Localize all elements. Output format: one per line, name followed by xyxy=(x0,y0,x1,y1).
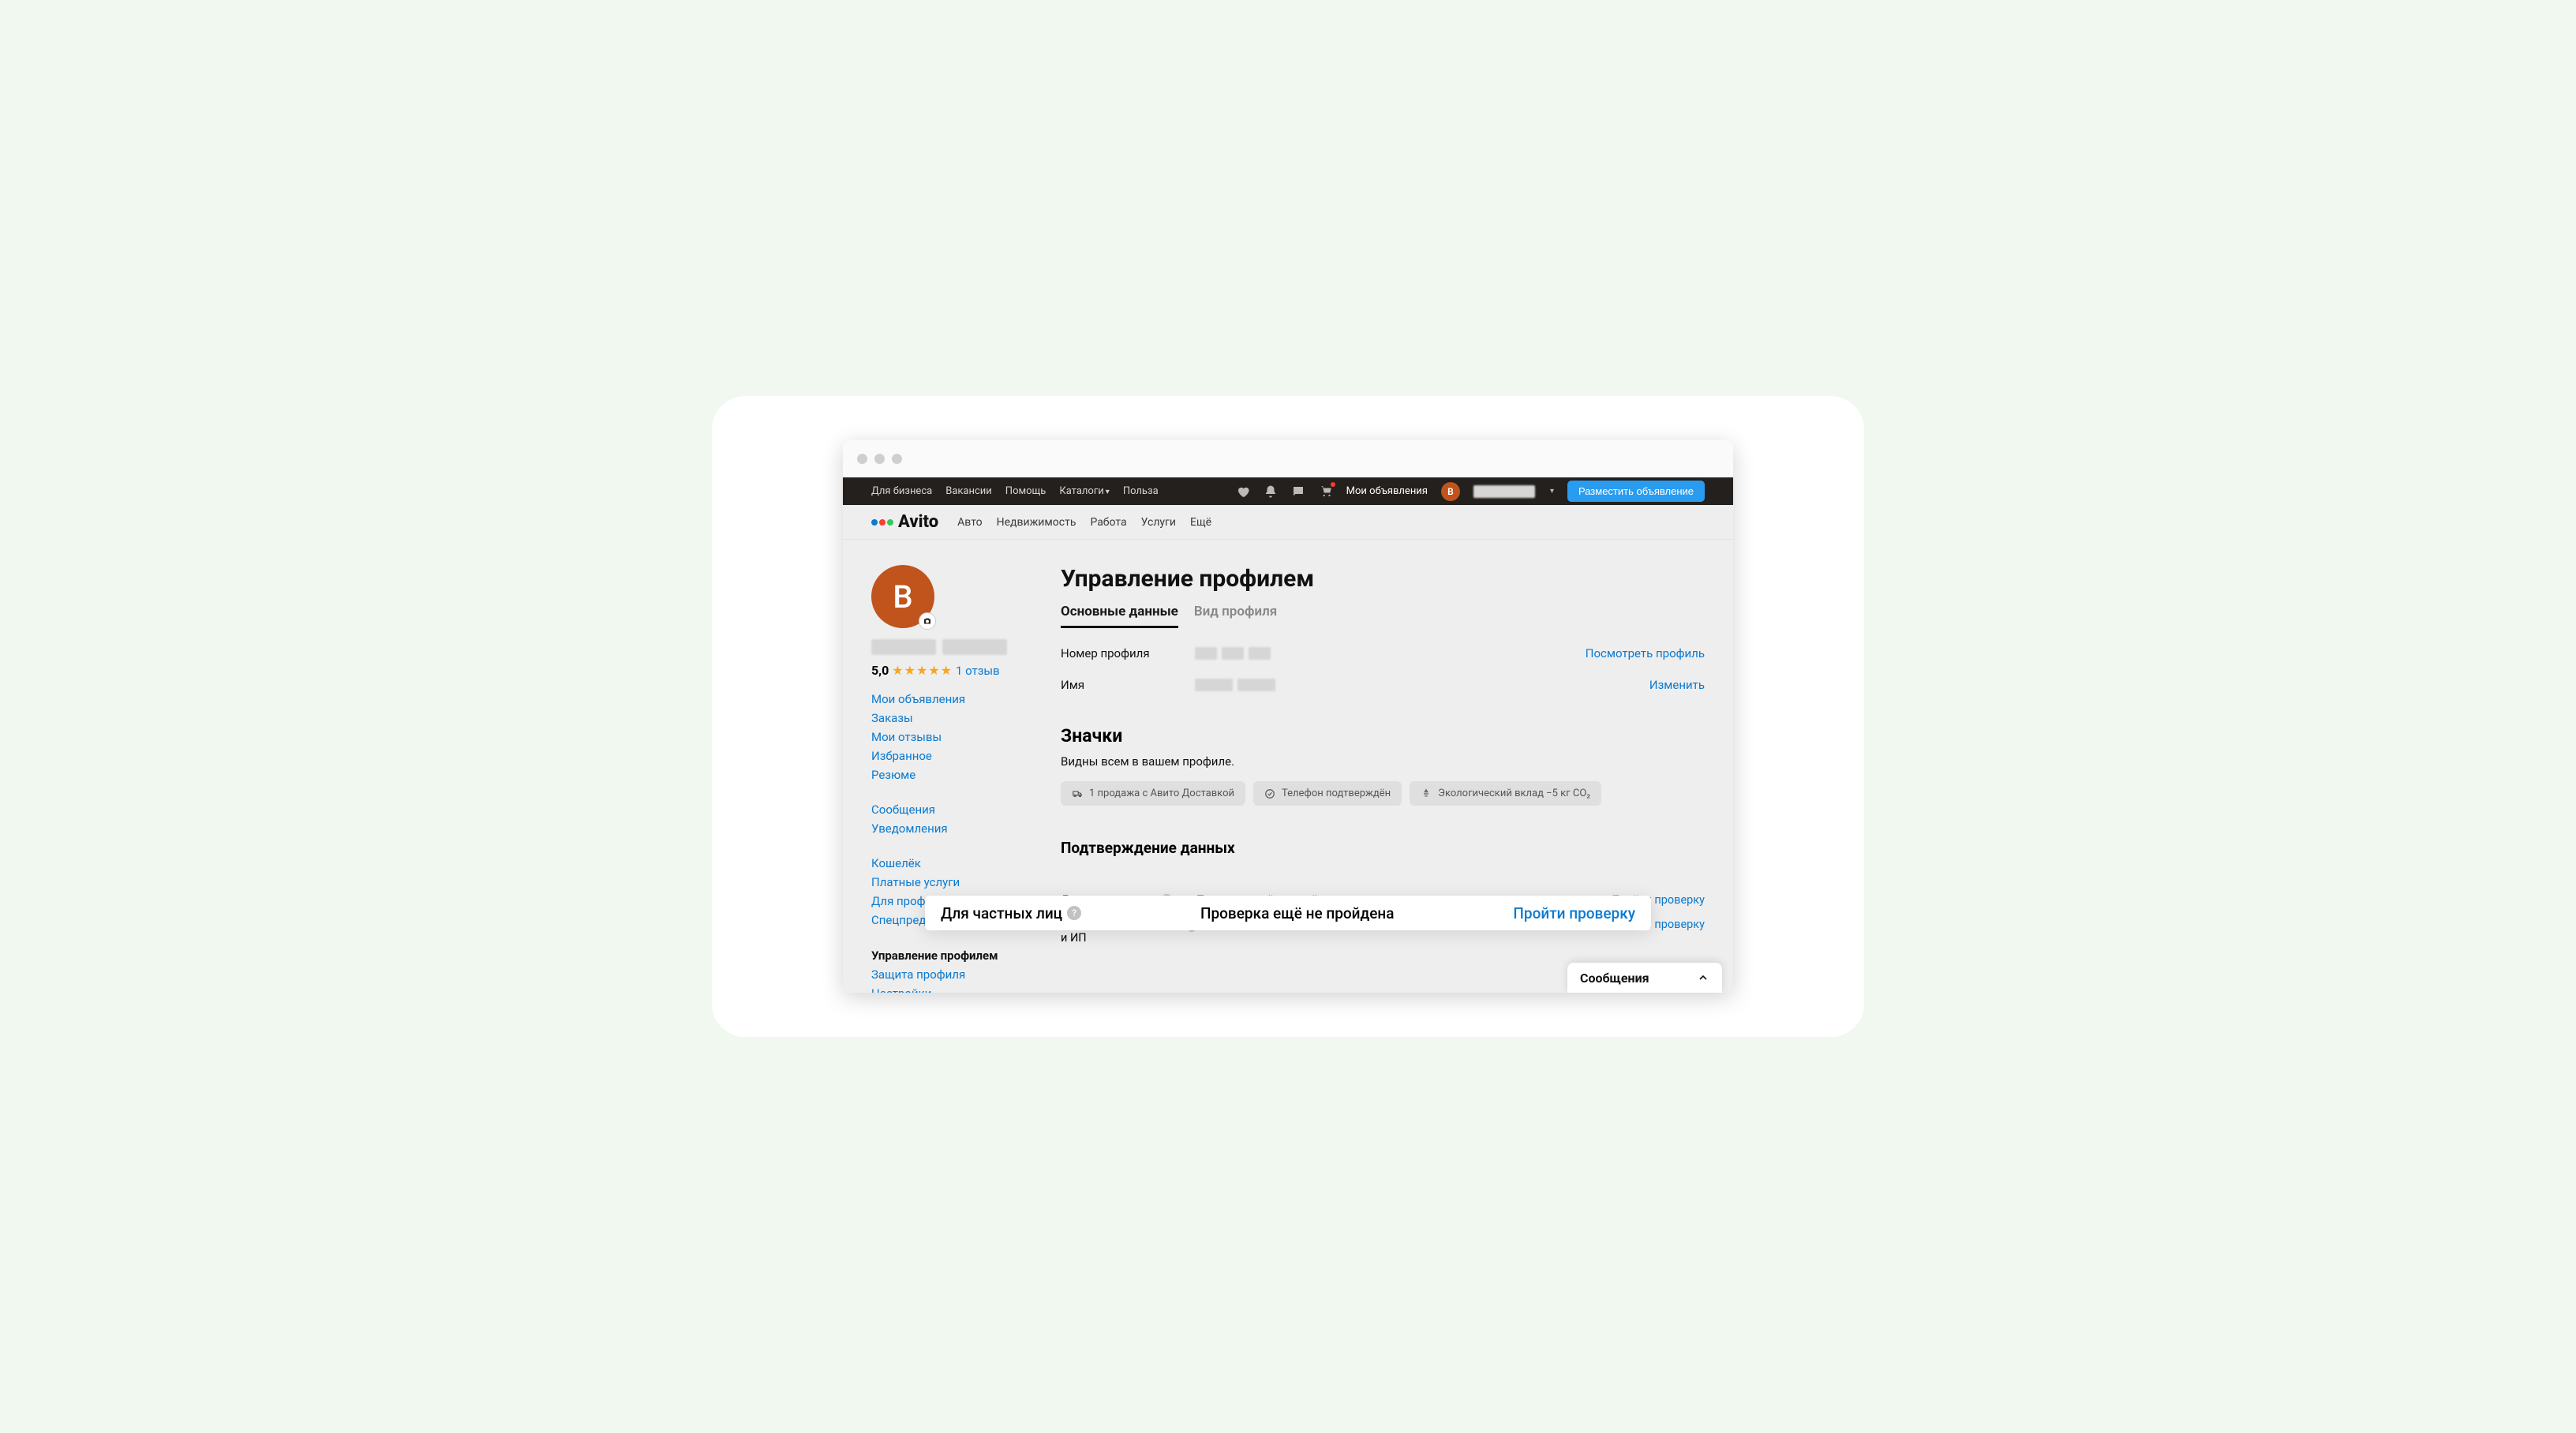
name-redacted xyxy=(942,639,1007,655)
popout-label: Для частных лиц xyxy=(941,904,1062,922)
leaf-icon xyxy=(1421,788,1432,799)
cat-work[interactable]: Работа xyxy=(1090,516,1126,529)
sidebar-item-resume[interactable]: Резюме xyxy=(871,768,1029,782)
view-profile-link[interactable]: Посмотреть профиль xyxy=(1586,646,1705,660)
username-redacted xyxy=(1473,485,1535,498)
sidebar-item-orders[interactable]: Заказы xyxy=(871,711,1029,725)
chevron-down-icon[interactable]: ▾ xyxy=(1550,487,1554,496)
cat-auto[interactable]: Авто xyxy=(957,516,983,529)
label-profile-number: Номер профиля xyxy=(1061,646,1195,660)
badge-delivery[interactable]: 1 продажа с Авито Доставкой xyxy=(1061,781,1245,806)
sidebar-item-paid[interactable]: Платные услуги xyxy=(871,875,1029,889)
reviews-link[interactable]: 1 отзыв xyxy=(956,664,1000,678)
check-circle-icon xyxy=(1264,788,1275,799)
avatar[interactable]: В xyxy=(1441,482,1460,501)
sidebar-item-my-reviews[interactable]: Мои отзывы xyxy=(871,730,1029,744)
sidebar-item-wallet[interactable]: Кошелёк xyxy=(871,856,1029,870)
truck-icon xyxy=(1072,788,1083,799)
badges-title: Значки xyxy=(1061,725,1705,746)
verification-title: Подтверждение данных xyxy=(1061,839,1705,857)
sidebar-item-messages[interactable]: Сообщения xyxy=(871,803,1029,817)
post-ad-button[interactable]: Разместить объявление xyxy=(1567,481,1705,502)
camera-icon[interactable] xyxy=(919,612,936,630)
window-titlebar xyxy=(843,440,1733,477)
cart-badge-dot xyxy=(1331,482,1335,487)
help-icon[interactable]: ? xyxy=(1067,906,1081,920)
nav-catalogs[interactable]: Каталоги▾ xyxy=(1059,485,1109,497)
nav-my-ads[interactable]: Мои объявления xyxy=(1346,485,1428,497)
category-nav: Avito Авто Недвижимость Работа Услуги Ещ… xyxy=(843,505,1733,540)
badge-phone[interactable]: Телефон подтверждён xyxy=(1253,781,1402,806)
chevron-up-icon xyxy=(1697,971,1709,984)
cat-more[interactable]: Ещё xyxy=(1190,516,1211,529)
chat-icon[interactable] xyxy=(1291,485,1305,499)
sidebar-item-profile-mgmt[interactable]: Управление профилем xyxy=(871,948,1029,963)
tab-basic[interactable]: Основные данные xyxy=(1061,604,1178,628)
chevron-down-icon: ▾ xyxy=(1106,488,1110,496)
top-navbar: Для бизнеса Вакансии Помощь Каталоги▾ По… xyxy=(843,477,1733,505)
avatar-large[interactable]: В xyxy=(871,565,934,628)
messages-float[interactable]: Сообщения xyxy=(1567,963,1722,993)
nav-help[interactable]: Помощь xyxy=(1005,485,1046,497)
popout-status: Проверка ещё не пройдена xyxy=(1081,904,1513,922)
nav-benefit[interactable]: Польза xyxy=(1123,485,1159,497)
name-redacted xyxy=(871,639,936,655)
verification-popout: Для частных лиц? Проверка ещё не пройден… xyxy=(925,896,1651,930)
heart-icon[interactable] xyxy=(1236,485,1250,499)
badge-eco[interactable]: Экологический вклад −5 кг CO₂ xyxy=(1410,781,1601,806)
tab-view[interactable]: Вид профиля xyxy=(1194,604,1277,628)
star-icon: ★★★★★ xyxy=(892,663,953,678)
sidebar-item-notifications[interactable]: Уведомления xyxy=(871,821,1029,836)
sidebar-item-settings[interactable]: Настройки xyxy=(871,986,1029,993)
avito-logo[interactable]: Avito xyxy=(871,512,938,532)
traffic-light-icon xyxy=(857,454,867,464)
sidebar-item-security[interactable]: Защита профиля xyxy=(871,967,1029,982)
nav-business[interactable]: Для бизнеса xyxy=(871,485,932,497)
nav-vacancies[interactable]: Вакансии xyxy=(945,485,992,497)
cat-realty[interactable]: Недвижимость xyxy=(997,516,1076,529)
page-title: Управление профилем xyxy=(1061,565,1705,593)
edit-name-link[interactable]: Изменить xyxy=(1649,678,1705,692)
badges-subtitle: Видны всем в вашем профиле. xyxy=(1061,754,1705,769)
cart-icon[interactable] xyxy=(1319,485,1333,499)
sidebar-item-favorites[interactable]: Избранное xyxy=(871,749,1029,763)
traffic-light-icon xyxy=(874,454,885,464)
sidebar-item-my-ads[interactable]: Мои объявления xyxy=(871,692,1029,706)
label-name: Имя xyxy=(1061,678,1195,692)
cat-services[interactable]: Услуги xyxy=(1141,516,1176,529)
traffic-light-icon xyxy=(892,454,902,464)
popout-action[interactable]: Пройти проверку xyxy=(1513,904,1635,922)
rating: 5,0 ★★★★★ 1 отзыв xyxy=(871,663,1029,678)
bell-icon[interactable] xyxy=(1264,485,1278,499)
